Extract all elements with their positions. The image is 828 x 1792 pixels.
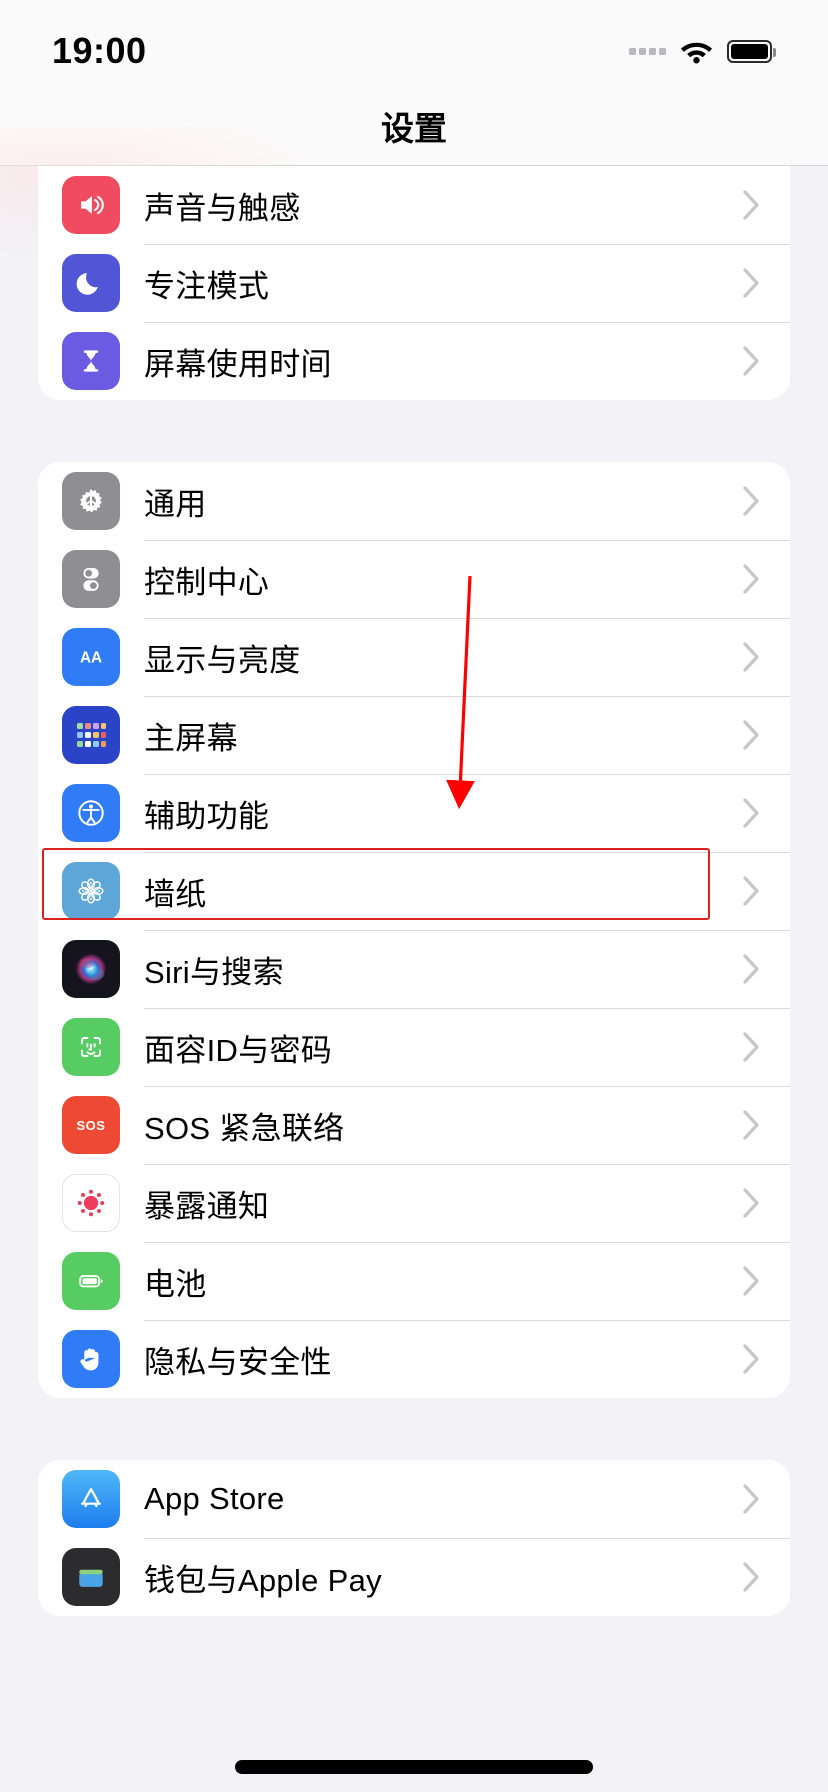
settings-row-label: SOS 紧急联络 xyxy=(144,1110,345,1146)
chevron-right-icon xyxy=(743,1266,760,1296)
signal-dots-icon xyxy=(629,47,666,55)
settings-row-label: 钱包与Apple Pay xyxy=(144,1562,382,1598)
chevron-right-icon xyxy=(743,954,760,984)
display-brightness-aa-icon: AA xyxy=(62,628,120,686)
settings-group-apps: App Store 钱包与Apple Pay xyxy=(38,1460,790,1616)
settings-row-label: 暴露通知 xyxy=(144,1188,270,1224)
screen-time-hourglass-icon xyxy=(62,332,120,390)
settings-screen: 19:00 设置 声音与触感 专注模式 屏幕使用时间 通用 控制中心 AA 显示… xyxy=(0,0,828,1792)
settings-row-label: App Store xyxy=(144,1481,285,1516)
status-bar-time: 19:00 xyxy=(52,30,147,71)
home-indicator xyxy=(235,1760,593,1774)
settings-row-sos[interactable]: SOS SOS 紧急联络 xyxy=(38,1086,790,1164)
siri-orb-icon xyxy=(62,940,120,998)
wallpaper-flower-icon xyxy=(62,862,120,920)
chevron-right-icon xyxy=(743,798,760,828)
app-store-icon xyxy=(62,1470,120,1528)
battery-icon xyxy=(62,1252,120,1310)
wallet-icon xyxy=(62,1548,120,1606)
svg-text:SOS: SOS xyxy=(77,1118,106,1133)
settings-row-screen-time[interactable]: 屏幕使用时间 xyxy=(38,322,790,400)
chevron-right-icon xyxy=(743,1032,760,1062)
settings-row-home-screen[interactable]: 主屏幕 xyxy=(38,696,790,774)
settings-row-display-brightness[interactable]: AA 显示与亮度 xyxy=(38,618,790,696)
home-screen-grid-icon xyxy=(62,706,120,764)
chevron-right-icon xyxy=(743,720,760,750)
settings-row-label: 专注模式 xyxy=(144,268,270,304)
settings-row-label: 墙纸 xyxy=(144,876,207,912)
accessibility-icon xyxy=(62,784,120,842)
settings-row-label: 控制中心 xyxy=(144,564,270,600)
settings-row-wallpaper[interactable]: 墙纸 xyxy=(38,852,790,930)
chevron-right-icon xyxy=(743,642,760,672)
settings-list: 声音与触感 专注模式 屏幕使用时间 通用 控制中心 AA 显示与亮度 主屏幕 辅… xyxy=(0,166,828,1616)
gear-icon xyxy=(62,472,120,530)
battery-full-icon xyxy=(727,39,776,63)
sound-haptics-icon xyxy=(62,176,120,234)
settings-row-label: 主屏幕 xyxy=(144,720,238,756)
settings-row-control-center[interactable]: 控制中心 xyxy=(38,540,790,618)
control-center-toggles-icon xyxy=(62,550,120,608)
settings-row-label: 屏幕使用时间 xyxy=(144,346,332,382)
settings-row-label: 声音与触感 xyxy=(144,190,301,226)
chevron-right-icon xyxy=(743,190,760,220)
settings-row-battery[interactable]: 电池 xyxy=(38,1242,790,1320)
settings-row-exposure-notifications[interactable]: 暴露通知 xyxy=(38,1164,790,1242)
chevron-right-icon xyxy=(743,1344,760,1374)
svg-text:AA: AA xyxy=(80,649,102,666)
privacy-hand-icon xyxy=(62,1330,120,1388)
chevron-right-icon xyxy=(743,1484,760,1514)
settings-row-focus[interactable]: 专注模式 xyxy=(38,244,790,322)
chevron-right-icon xyxy=(743,1110,760,1140)
chevron-right-icon xyxy=(743,268,760,298)
exposure-notification-icon xyxy=(62,1174,120,1232)
settings-row-label: 辅助功能 xyxy=(144,798,270,834)
settings-row-label: 隐私与安全性 xyxy=(144,1344,332,1380)
status-bar: 19:00 xyxy=(0,0,828,86)
chevron-right-icon xyxy=(743,346,760,376)
focus-moon-icon xyxy=(62,254,120,312)
settings-row-label: 面容ID与密码 xyxy=(144,1032,333,1068)
wifi-icon xyxy=(679,38,714,64)
navigation-bar: 设置 xyxy=(0,86,828,256)
chevron-right-icon xyxy=(743,486,760,516)
settings-row-label: 通用 xyxy=(144,486,207,522)
settings-group-system-2: 通用 控制中心 AA 显示与亮度 主屏幕 辅助功能 墙纸 Siri与搜索 面容I… xyxy=(38,462,790,1398)
settings-row-label: 显示与亮度 xyxy=(144,642,301,678)
settings-row-general[interactable]: 通用 xyxy=(38,462,790,540)
settings-group-system-1: 声音与触感 专注模式 屏幕使用时间 xyxy=(38,166,790,400)
settings-row-sound-haptics[interactable]: 声音与触感 xyxy=(38,166,790,244)
sos-icon: SOS xyxy=(62,1096,120,1154)
status-bar-indicators xyxy=(629,38,776,64)
settings-row-siri-search[interactable]: Siri与搜索 xyxy=(38,930,790,1008)
settings-row-wallet[interactable]: 钱包与Apple Pay xyxy=(38,1538,790,1616)
chevron-right-icon xyxy=(743,564,760,594)
page-title: 设置 xyxy=(381,109,447,147)
settings-row-label: Siri与搜索 xyxy=(144,954,284,990)
chevron-right-icon xyxy=(743,1562,760,1592)
settings-row-accessibility[interactable]: 辅助功能 xyxy=(38,774,790,852)
chevron-right-icon xyxy=(743,1188,760,1218)
chevron-right-icon xyxy=(743,876,760,906)
face-id-icon xyxy=(62,1018,120,1076)
settings-row-label: 电池 xyxy=(144,1266,207,1302)
settings-row-privacy-security[interactable]: 隐私与安全性 xyxy=(38,1320,790,1398)
settings-row-face-id[interactable]: 面容ID与密码 xyxy=(38,1008,790,1086)
settings-row-app-store[interactable]: App Store xyxy=(38,1460,790,1538)
